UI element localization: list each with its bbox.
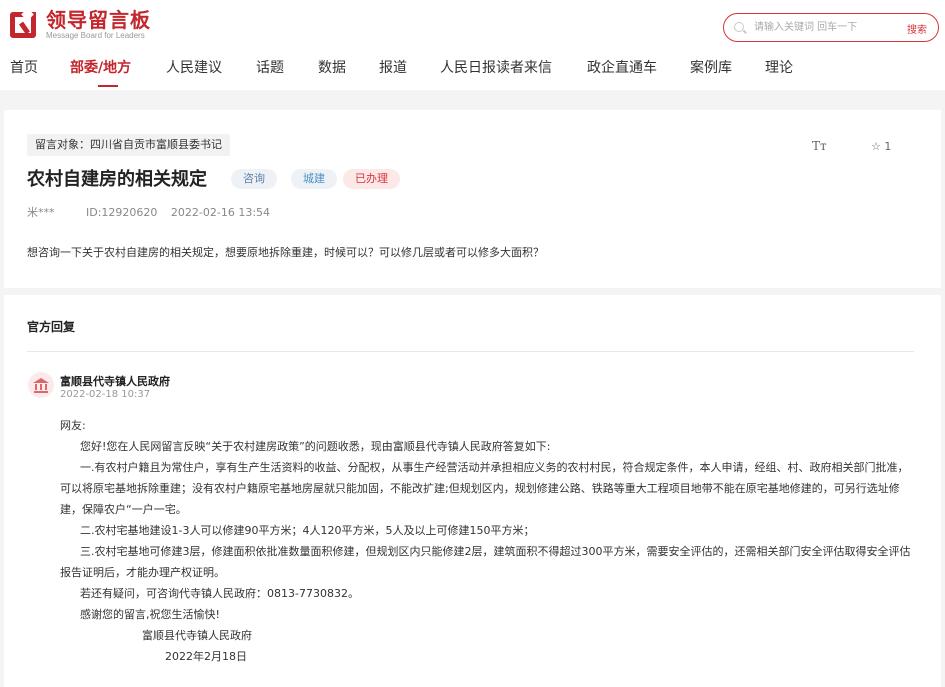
official-reply-card: 官方回复 富顺县代寺镇人民政府 2022-02-18 10:37 网友: 您好!…: [4, 295, 941, 687]
reply-paragraph: 一.有农村户籍且为常住户，享有生产生活资料的收益、分配权，从事生产经营活动并承担…: [60, 461, 909, 516]
message-author: 米***: [27, 206, 55, 219]
nav-item-people-suggestions[interactable]: 人民建议: [156, 58, 246, 90]
tag-city-construction: 城建: [291, 169, 337, 189]
message-datetime: 2022-02-16 13:54: [170, 206, 271, 219]
nav-item-topics[interactable]: 话题: [246, 58, 308, 90]
search-icon: [734, 22, 744, 32]
nav-item-gov-enterprise[interactable]: 政企直通车: [577, 58, 680, 90]
message-target: 留言对象：四川省自贡市富顺县委书记: [27, 134, 230, 156]
font-size-icon[interactable]: Tт: [812, 139, 827, 153]
reply-signature-org: 富顺县代寺镇人民政府: [142, 629, 252, 642]
star-icon: ☆: [871, 140, 881, 153]
site-logo[interactable]: 领导留言板 Message Board for Leaders: [10, 8, 151, 42]
logo-subtitle: Message Board for Leaders: [46, 31, 145, 40]
divider: [27, 351, 914, 352]
message-meta: 米*** ID:12920620 2022-02-16 13:54: [27, 204, 298, 220]
tag-consult: 咨询: [231, 169, 277, 189]
main-nav: 首页 部委/地方 人民建议 话题 数据 报道 人民日报读者来信 政企直通车 案例…: [0, 58, 815, 90]
message-title: 农村自建房的相关规定: [27, 169, 207, 190]
message-content: 想咨询一下关于农村自建房的相关规定，想要原地拆除重建，时候可以？可以修几层或者可…: [27, 246, 544, 259]
reply-paragraph: 若还有疑问，可咨询代寺镇人民政府：0813-7730832。: [80, 587, 359, 600]
reply-paragraph: 感谢您的留言,祝您生活愉快!: [80, 608, 220, 621]
nav-item-home[interactable]: 首页: [0, 58, 60, 90]
top-header: 领导留言板 Message Board for Leaders 搜索 首页 部委…: [0, 0, 945, 90]
nav-item-data[interactable]: 数据: [308, 58, 369, 90]
search-input[interactable]: [754, 19, 894, 36]
government-building-icon: [28, 372, 54, 398]
reply-paragraph: 二.农村宅基地建设1-3人可以修建90平方米；4人120平方米，5人及以上可修建…: [80, 524, 535, 537]
reply-greeting: 网友:: [60, 419, 86, 432]
nav-item-readers-letters[interactable]: 人民日报读者来信: [430, 58, 577, 90]
nav-item-reports[interactable]: 报道: [369, 58, 430, 90]
reply-paragraph: 三.农村宅基地可修建3层，修建面积依批准数量面积修建，但规划区内只能修建2层，建…: [60, 545, 911, 579]
nav-item-ministries-local[interactable]: 部委/地方: [60, 58, 156, 90]
favorite-button[interactable]: ☆ 1: [871, 140, 891, 153]
reply-date: 2022-02-18 10:37: [60, 389, 151, 400]
search-box: 搜索: [723, 13, 939, 42]
reply-heading: 官方回复: [27, 320, 76, 334]
nav-item-case-library[interactable]: 案例库: [680, 58, 755, 90]
logo-title: 领导留言板: [46, 8, 151, 32]
message-id: ID:12920620: [86, 206, 158, 219]
reply-paragraph: 您好!您在人民网留言反映“关于农村建房政策”的问题收悉，现由富顺县代寺镇人民政府…: [80, 440, 551, 453]
status-badge: 已办理: [343, 169, 400, 189]
reply-org-name: 富顺县代寺镇人民政府: [60, 375, 170, 388]
reply-signature-date: 2022年2月18日: [165, 650, 247, 663]
message-card: 留言对象：四川省自贡市富顺县委书记 农村自建房的相关规定 咨询 城建 已办理 米…: [4, 110, 941, 288]
nav-item-theory[interactable]: 理论: [755, 58, 815, 90]
search-button[interactable]: 搜索: [907, 21, 927, 36]
logo-icon: [10, 8, 40, 40]
favorite-count: 1: [884, 140, 892, 153]
reply-body: 网友: 您好!您在人民网留言反映“关于农村建房政策”的问题收悉，现由富顺县代寺镇…: [60, 415, 918, 667]
